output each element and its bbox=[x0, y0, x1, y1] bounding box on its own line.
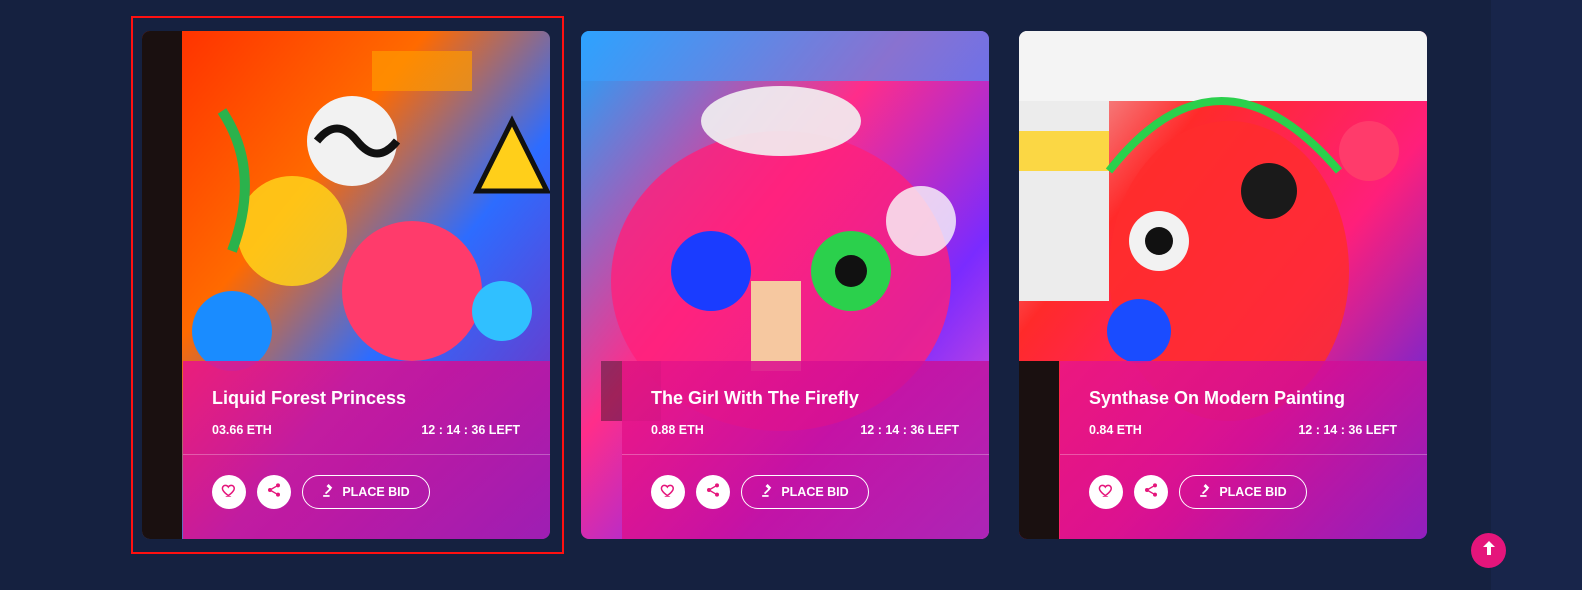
card-price: 03.66 ETH bbox=[212, 423, 272, 437]
share-button[interactable] bbox=[257, 475, 291, 509]
like-button[interactable] bbox=[212, 475, 246, 509]
card-time-left: 12 : 14 : 36 LEFT bbox=[860, 423, 959, 437]
card-info-panel: Synthase On Modern Painting 0.84 ETH 12 … bbox=[1060, 361, 1427, 539]
card-title[interactable]: Liquid Forest Princess bbox=[212, 387, 406, 409]
nft-card[interactable]: The Girl With The Firefly 0.88 ETH 12 : … bbox=[581, 31, 989, 539]
card-title[interactable]: The Girl With The Firefly bbox=[651, 387, 859, 409]
gavel-icon bbox=[322, 483, 336, 501]
share-icon bbox=[705, 482, 721, 503]
place-bid-button[interactable]: PLACE BID bbox=[302, 475, 430, 509]
gavel-icon bbox=[1199, 483, 1213, 501]
card-title[interactable]: Synthase On Modern Painting bbox=[1089, 387, 1345, 409]
nft-card[interactable]: Synthase On Modern Painting 0.84 ETH 12 … bbox=[1019, 31, 1427, 539]
share-button[interactable] bbox=[1134, 475, 1168, 509]
heart-icon bbox=[221, 482, 237, 503]
share-button[interactable] bbox=[696, 475, 730, 509]
gavel-icon bbox=[761, 483, 775, 501]
share-icon bbox=[266, 482, 282, 503]
card-price: 0.84 ETH bbox=[1089, 423, 1142, 437]
card-info-panel: The Girl With The Firefly 0.88 ETH 12 : … bbox=[622, 361, 989, 539]
scrollbar-track bbox=[1491, 0, 1582, 590]
place-bid-label: PLACE BID bbox=[342, 485, 410, 499]
divider bbox=[1060, 454, 1427, 455]
place-bid-label: PLACE BID bbox=[1219, 485, 1287, 499]
arrow-up-icon bbox=[1482, 540, 1496, 561]
card-time-left: 12 : 14 : 36 LEFT bbox=[1298, 423, 1397, 437]
place-bid-button[interactable]: PLACE BID bbox=[741, 475, 869, 509]
divider bbox=[183, 454, 550, 455]
like-button[interactable] bbox=[651, 475, 685, 509]
place-bid-button[interactable]: PLACE BID bbox=[1179, 475, 1307, 509]
place-bid-label: PLACE BID bbox=[781, 485, 849, 499]
card-time-left: 12 : 14 : 36 LEFT bbox=[421, 423, 520, 437]
heart-icon bbox=[1098, 482, 1114, 503]
card-price: 0.88 ETH bbox=[651, 423, 704, 437]
divider bbox=[622, 454, 989, 455]
heart-icon bbox=[660, 482, 676, 503]
like-button[interactable] bbox=[1089, 475, 1123, 509]
nft-card[interactable]: Liquid Forest Princess 03.66 ETH 12 : 14… bbox=[142, 31, 550, 539]
share-icon bbox=[1143, 482, 1159, 503]
card-info-panel: Liquid Forest Princess 03.66 ETH 12 : 14… bbox=[183, 361, 550, 539]
scroll-to-top-button[interactable] bbox=[1471, 533, 1506, 568]
